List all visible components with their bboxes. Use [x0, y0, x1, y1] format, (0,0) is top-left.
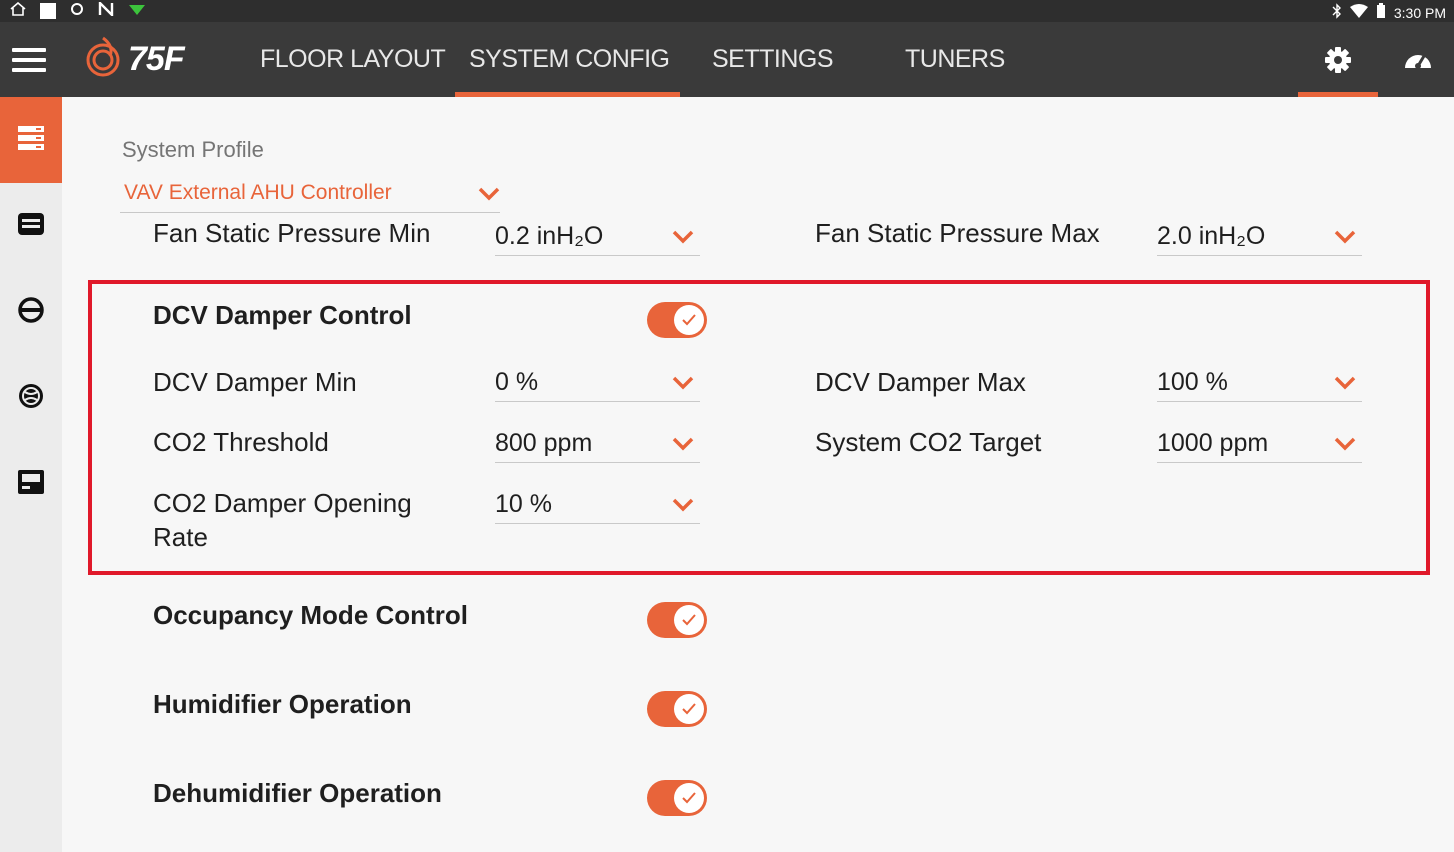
tab-settings[interactable]: SETTINGS — [712, 22, 834, 97]
sidebar-item-modules[interactable] — [0, 183, 62, 269]
chevron-down-icon — [1334, 230, 1356, 244]
wifi-icon — [1349, 4, 1368, 21]
list-icon — [17, 124, 45, 157]
status-bar: 3:30 PM — [0, 0, 1454, 22]
sidebar-item-damper[interactable] — [0, 269, 62, 355]
download-icon — [128, 2, 146, 20]
module-icon — [17, 211, 45, 242]
home-icon — [10, 1, 26, 20]
sidebar-item-system-list[interactable] — [0, 97, 62, 183]
fan-icon — [17, 382, 45, 415]
damper-icon — [17, 296, 45, 329]
logo: 75F — [84, 36, 185, 83]
check-icon — [674, 605, 704, 635]
dehumidifier-operation-label: Dehumidifier Operation — [153, 778, 442, 808]
system-profile-label: System Profile — [122, 137, 264, 162]
fan-static-max-value: 2.0 inH₂O — [1157, 222, 1266, 250]
chevron-down-icon — [672, 230, 694, 244]
tab-system-config[interactable]: SYSTEM CONFIG — [469, 22, 670, 97]
dashboard-icon[interactable] — [1402, 44, 1434, 76]
battery-icon — [1376, 3, 1386, 22]
sidebar — [0, 97, 62, 852]
sidebar-item-fan[interactable] — [0, 355, 62, 441]
menu-icon[interactable] — [12, 48, 46, 72]
dehumidifier-operation-toggle[interactable] — [647, 780, 707, 816]
square-icon — [40, 3, 56, 19]
fan-static-min-dropdown[interactable]: 0.2 inH₂O — [495, 216, 700, 256]
system-profile-dropdown[interactable]: VAV External AHU Controller — [120, 175, 500, 213]
occupancy-mode-control-toggle[interactable] — [647, 602, 707, 638]
fan-static-max-dropdown[interactable]: 2.0 inH₂O — [1157, 216, 1362, 256]
humidifier-operation-toggle[interactable] — [647, 691, 707, 727]
app-bar: 75F FLOOR LAYOUT SYSTEM CONFIG SETTINGS … — [0, 22, 1454, 97]
bluetooth-icon — [1332, 3, 1342, 22]
gear-icon[interactable] — [1322, 44, 1354, 76]
fan-static-min-label: Fan Static Pressure Min — [153, 218, 431, 248]
check-icon — [674, 783, 704, 813]
flame-icon — [84, 36, 122, 83]
humidifier-operation-label: Humidifier Operation — [153, 689, 412, 719]
sync-icon — [70, 2, 84, 20]
fan-static-max-label: Fan Static Pressure Max — [815, 218, 1100, 248]
tab-tuners[interactable]: TUNERS — [905, 22, 1005, 97]
device-icon — [17, 468, 45, 501]
chevron-down-icon — [478, 187, 500, 201]
system-profile-value: VAV External AHU Controller — [124, 181, 392, 204]
highlight-box — [88, 280, 1430, 575]
fan-static-min-value: 0.2 inH₂O — [495, 222, 604, 250]
clock-text: 3:30 PM — [1393, 4, 1446, 21]
fan-static-row: Fan Static Pressure Min 0.2 inH₂O Fan St… — [62, 216, 1454, 258]
logo-text: 75F — [128, 39, 185, 78]
tab-floor-layout[interactable]: FLOOR LAYOUT — [260, 22, 446, 97]
nfc-icon — [98, 0, 114, 20]
sidebar-item-device[interactable] — [0, 441, 62, 527]
occupancy-mode-control-label: Occupancy Mode Control — [153, 600, 468, 630]
check-icon — [674, 694, 704, 724]
